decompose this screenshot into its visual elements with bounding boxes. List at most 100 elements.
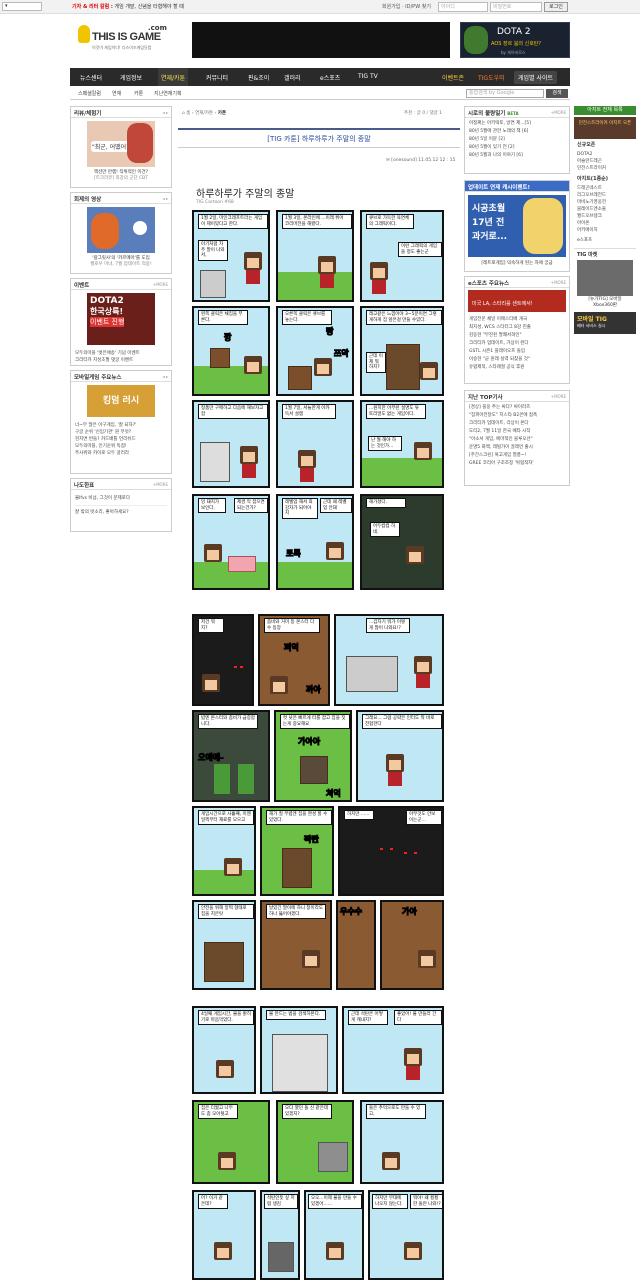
crumb-series[interactable]: 연재/카툰 [195, 111, 213, 116]
esports-item[interactable]: 김동현 "무진된 팔쾌서혀인" [469, 332, 565, 340]
character-art [523, 198, 563, 254]
esports-more[interactable]: +MORE [551, 280, 566, 285]
nav-funjoy[interactable]: 핀&조이 [248, 73, 269, 82]
top-item[interactable]: "아소서 게임, 에마적인 블루오션" [469, 436, 565, 444]
nav-cartoon[interactable]: 연재/카툰 [158, 68, 189, 86]
esports-banner[interactable]: 미국 LA, 스타리를 샌트에서! [468, 290, 566, 312]
notice[interactable]: 기자 & 리터 칼럼 : 게임 개발, 신념을 타협해야 할 때 [72, 3, 184, 10]
poll-item[interactable]: 잘 밖의 빗소리, 좋아하세요? [75, 506, 167, 519]
hot-item[interactable]: 80년 5월에 관한 노래의 책 [6] [469, 128, 565, 136]
sound-effect: 빵 [325, 327, 334, 337]
event-item[interactable]: 크리티카 지성초월 댓글 이벤트 [75, 357, 167, 364]
subnav-special[interactable]: 스페셜칼럼 [78, 90, 101, 97]
top-item[interactable]: "잠피아전달도" 지스타 B2큰에 접촉 [469, 412, 565, 420]
mobile-item[interactable]: 너~무 많은 아구게임, '잘 되자?' [75, 422, 167, 429]
top-item[interactable]: 운명5 화백, 레빌가이 골레먼 출시 [469, 444, 565, 452]
esports-item[interactable]: 크리티카 업데이트, 가상이 왼다 [469, 340, 565, 348]
nav-help[interactable]: TIG도우미 [478, 73, 505, 82]
subnav-series[interactable]: 연재 [112, 90, 121, 97]
hot-item[interactable]: 어정쩌는 아키텍토, 방연 제...[5] [469, 120, 565, 128]
search-input[interactable]: 통합검색 by Google [466, 89, 544, 98]
top-item[interactable]: [경상] 블웅 추는 싸다? 싸이러즈 [469, 404, 565, 412]
dota-ad[interactable]: DOTA 2 AOS 장르 붐의 신호탄? by 게이버로스 [460, 22, 570, 58]
account-links[interactable]: 회원가입 · ID/PW 찾기 [382, 3, 431, 10]
agit-item[interactable]: 아슬란드레곤 [577, 158, 633, 165]
nav-community[interactable]: 커뮤니티 [206, 73, 228, 82]
update-banner[interactable]: 시공초월 17년 전 과거로... [468, 195, 566, 257]
video-caption-sub[interactable]: 헬로우 마녀, 7월 업데이트 적용! [71, 262, 171, 268]
sound-effect: 가아 [402, 907, 418, 917]
agit-item[interactable]: 아이온 [577, 220, 633, 227]
mobile-item[interactable]: 주사위와 카이로 모두 굴러라 [75, 450, 167, 457]
agit-item[interactable]: 리그오브레전드 [577, 192, 633, 199]
password-input[interactable]: 비밀번호 [490, 2, 542, 12]
top-item[interactable]: 도티2, 7월 11일 한국 베타 시작 [469, 428, 565, 436]
esports-item[interactable]: GSTL 시즌1 플레이오프 돌입 [469, 348, 565, 356]
nav-gallery[interactable]: 갤러리 [284, 73, 301, 82]
speech-bubble: 밤엔 몬스터와 좀비가 급증합니다. [198, 714, 258, 729]
hot-item[interactable]: 80년 5월이 있기 전 [2] [469, 144, 565, 152]
poll-more[interactable]: +MORE [153, 482, 168, 487]
site-select[interactable]: ▾ [2, 2, 42, 11]
esports-item[interactable]: 유럽제적, 스타례절 공식 후원 [469, 364, 565, 372]
video-arrows[interactable]: ◂ ▸ [163, 196, 168, 201]
top-item[interactable]: 크리티카 업데이트, 각상이 온다 [469, 420, 565, 428]
agit-header[interactable]: 아지트 전체 목록 [574, 106, 636, 115]
hot-item[interactable]: 80년 5일 이뮨 [2] [469, 136, 565, 144]
market-caption-sub[interactable]: Xbox360판 [574, 302, 636, 308]
poll-item[interactable]: 불lfvs 비넘, 그것이 문제로다 [75, 492, 167, 506]
nav-news[interactable]: 뉴스센터 [80, 73, 102, 82]
mobile-item[interactable]: 구글 순위 '신입기관' 뭔 무엇? [75, 429, 167, 436]
nav-event[interactable]: 이벤트존 [442, 73, 464, 82]
agit-item[interactable]: 드래곤네스트 [577, 185, 633, 192]
agit-esports-link[interactable]: e스포츠 [574, 235, 636, 245]
event-item[interactable]: 모두의마블 '벗은애송' 기념 이벤트 [75, 350, 167, 357]
agit-item[interactable]: 월드오브탱크 [577, 213, 633, 220]
mail-icon[interactable]: ✉ [386, 158, 390, 163]
banner-ad[interactable] [192, 22, 450, 58]
site-logo[interactable]: .com THIS IS GAME 이것이 게임이다! 디스이즈게임닷컴 [78, 22, 170, 56]
agit-item[interactable]: 블레이드앤소울 [577, 206, 633, 213]
event-more[interactable]: +MORE [153, 282, 168, 287]
nav-gameinfo[interactable]: 게임정보 [120, 73, 142, 82]
home-icon[interactable]: ⌂ [182, 111, 185, 116]
nav-game-sites[interactable]: 게임별 사이트 [514, 71, 558, 84]
video-image[interactable] [87, 207, 155, 253]
character-head [318, 256, 336, 274]
top-item[interactable]: [주간스크린] 복고게임 열풍~! [469, 452, 565, 460]
update-caption[interactable]: [레트로게임] 익숙하게 된는 자에 궁금 [465, 260, 569, 266]
review-image[interactable]: "최군, 어땠어?" [87, 121, 155, 167]
review-caption-sub[interactable]: [트크리뷰] 최강의 군단 CBT [71, 176, 171, 182]
mobile-tig-banner[interactable]: 모바일 TIG 베타 서비스 실시 [574, 312, 636, 334]
nav-esports[interactable]: e스포츠 [320, 73, 340, 82]
review-arrows[interactable]: ◂ ▸ [163, 110, 168, 115]
esports-item[interactable]: 이승현 "곧 원래 실력 되찾을 것" [469, 356, 565, 364]
mobile-item[interactable]: 모두의마블, 인기순위 독점! [75, 443, 167, 450]
id-input[interactable]: 아이디 [438, 2, 488, 12]
top-item[interactable]: GREE 코리아 구조조정 '위협적자' [469, 460, 565, 468]
nav-tigtv[interactable]: TIG TV [358, 73, 378, 80]
agit-item[interactable]: 마비노기영웅전 [577, 199, 633, 206]
crumb-cartoon[interactable]: 카툰 [218, 111, 226, 116]
esports-item[interactable]: 최지성, WCS 스타터그 8강 진출 [469, 324, 565, 332]
event-box: 이벤트 +MORE DOTA2 한국상륙! 이벤트 진행 모두의마블 '벗은애송'… [70, 278, 172, 366]
mobile-arrows[interactable]: ◂ ▸ [163, 374, 168, 379]
subnav-cartoon[interactable]: 카툰 [134, 90, 143, 97]
agit-banner[interactable]: 던전스트라이커 아지트 오픈 [574, 117, 636, 139]
mobile-item[interactable]: 현지면 번들? 카드배틀 언리쉬드 [75, 436, 167, 443]
event-banner[interactable]: DOTA2 한국상륙! 이벤트 진행 [87, 293, 155, 345]
crumb-home[interactable]: 홈 [186, 111, 190, 116]
login-button[interactable]: 로그인 [544, 2, 568, 12]
hot-item[interactable]: 80년 5월과 나의 이야기 [6] [469, 152, 565, 160]
subnav-archive[interactable]: 지난연재기획 [154, 90, 182, 97]
agit-item[interactable]: 아키에이지 [577, 227, 633, 234]
agit-item[interactable]: DOTA2 [577, 151, 633, 158]
esports-item[interactable]: 게임전문 채널 이매스티베 개국 [469, 316, 565, 324]
mobile-banner[interactable]: 킹덤 러시 [87, 385, 155, 417]
agit-item[interactable]: 던전스트라이커 [577, 165, 633, 172]
hot-more[interactable]: +MORE [551, 110, 566, 115]
market-image[interactable] [577, 260, 633, 296]
comic-panel: 오다 봤던 돌 신 같은데 있겠지? [276, 1100, 354, 1184]
top-more[interactable]: +MORE [551, 394, 566, 399]
search-button[interactable]: 검색 [546, 89, 568, 98]
